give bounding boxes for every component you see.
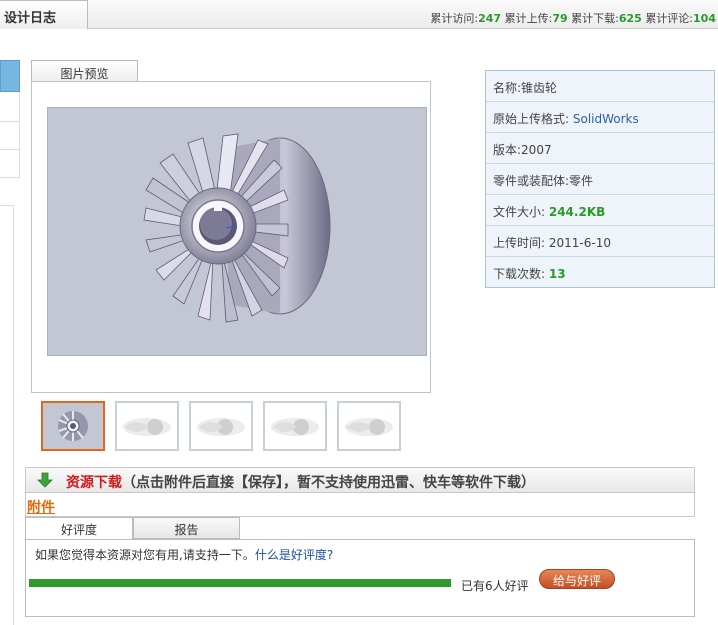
sidebar-item[interactable] bbox=[0, 122, 20, 150]
stat-comments-label: 累计评论: bbox=[645, 12, 694, 25]
gear-thumbnail-icon bbox=[58, 411, 88, 441]
rating-prompt: 如果您觉得本资源对您有用,请支持一下。什么是好评度? bbox=[35, 546, 333, 563]
download-note: （点击附件后直接【保存】，暂不支持使用迅雷、快车等软件下载） bbox=[122, 475, 535, 491]
thumbnail-4[interactable] bbox=[263, 401, 327, 451]
info-row-type: 零件或装配体:零件 bbox=[486, 164, 714, 195]
gear-thumbnail-icon bbox=[197, 418, 245, 436]
attachment-row bbox=[25, 493, 695, 517]
info-value: 13 bbox=[548, 267, 566, 281]
info-label: 原始上传格式: bbox=[493, 112, 573, 126]
info-value: 锥齿轮 bbox=[521, 81, 558, 95]
stat-uploads-value: 79 bbox=[552, 12, 568, 25]
thumbnail-1-selected[interactable] bbox=[41, 401, 105, 451]
stat-downloads-value: 625 bbox=[618, 12, 642, 25]
sidebar-item[interactable] bbox=[0, 150, 20, 178]
tab-image-preview[interactable]: 图片预览 bbox=[31, 60, 138, 82]
info-row-downloads: 下载次数: 13 bbox=[486, 257, 714, 288]
info-value: 244.2KB bbox=[548, 205, 606, 219]
rating-progress-fill bbox=[30, 580, 450, 586]
thumbnail-5[interactable] bbox=[337, 401, 401, 451]
info-value: SolidWorks bbox=[572, 112, 639, 126]
rating-prompt-text: 如果您觉得本资源对您有用,请支持一下。 bbox=[35, 548, 255, 562]
tab-report[interactable]: 报告 bbox=[133, 517, 240, 539]
user-stats: 累计访问:247 累计上传:79 累计下载:625 累计评论:104 bbox=[430, 10, 716, 26]
info-row-size: 文件大小: 244.2KB bbox=[486, 195, 714, 226]
bevel-gear-image bbox=[143, 133, 331, 323]
attachment-link[interactable]: 附件 bbox=[27, 497, 55, 517]
download-header: 资源下载（点击附件后直接【保存】，暂不支持使用迅雷、快车等软件下载） bbox=[25, 467, 695, 493]
tab-design-diary[interactable]: 设计日志 bbox=[0, 0, 88, 29]
info-label: 文件大小: bbox=[493, 205, 549, 219]
sidebar-item-active[interactable] bbox=[0, 60, 20, 92]
info-value: 2011-6-10 bbox=[548, 236, 611, 250]
stat-visits-value: 247 bbox=[478, 12, 502, 25]
info-label: 名称: bbox=[493, 81, 522, 95]
sidebar-item[interactable] bbox=[0, 92, 20, 122]
stat-downloads-label: 累计下载: bbox=[571, 12, 619, 25]
info-label: 零件或装配体: bbox=[493, 174, 570, 188]
sidebar-panel bbox=[0, 205, 14, 625]
info-row-upload-time: 上传时间: 2011-6-10 bbox=[486, 226, 714, 257]
resource-info-table: 名称:锥齿轮 原始上传格式: SolidWorks 版本:2007 零件或装配体… bbox=[485, 70, 715, 288]
info-label: 上传时间: bbox=[493, 236, 549, 250]
give-rating-button[interactable]: 给与好评 bbox=[539, 569, 615, 589]
info-row-name: 名称:锥齿轮 bbox=[486, 71, 714, 102]
info-row-version: 版本:2007 bbox=[486, 133, 714, 164]
what-is-rating-link[interactable]: 什么是好评度? bbox=[255, 548, 333, 562]
tab-rating[interactable]: 好评度 bbox=[25, 517, 133, 539]
download-arrow-icon bbox=[37, 472, 53, 488]
gear-thumbnail-icon bbox=[271, 418, 319, 436]
stat-uploads-label: 累计上传: bbox=[504, 12, 553, 25]
info-label: 下载次数: bbox=[493, 267, 549, 281]
thumbnail-2[interactable] bbox=[115, 401, 179, 451]
stat-comments-value: 104 bbox=[693, 12, 716, 25]
info-label: 版本: bbox=[493, 143, 522, 157]
info-value: 2007 bbox=[521, 143, 552, 157]
preview-image bbox=[47, 107, 427, 356]
info-row-format: 原始上传格式: SolidWorks bbox=[486, 102, 714, 133]
gear-thumbnail-icon bbox=[123, 418, 171, 436]
info-value: 零件 bbox=[569, 174, 594, 188]
download-title: 资源下载 bbox=[66, 475, 122, 491]
rating-count: 已有6人好评 bbox=[461, 579, 529, 593]
gear-thumbnail-icon bbox=[345, 418, 393, 436]
thumbnail-3[interactable] bbox=[189, 401, 253, 451]
stat-visits-label: 累计访问: bbox=[430, 12, 479, 25]
